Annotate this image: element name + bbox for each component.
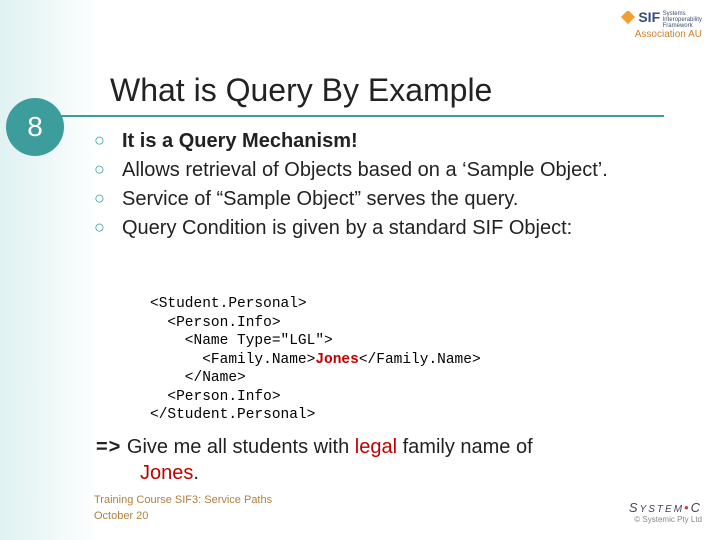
- slide-title: What is Query By Example: [110, 72, 492, 109]
- footer-course: Training Course SIF3: Service Paths: [94, 493, 272, 508]
- brand-part: C: [691, 500, 702, 515]
- page-number: 8: [27, 111, 43, 143]
- footer-brand: SYSTEM•C: [629, 500, 702, 515]
- code-line: </Name>: [150, 370, 246, 386]
- code-line: </Student.Personal>: [150, 407, 315, 423]
- summary-line: => Give me all students with legal famil…: [96, 434, 686, 486]
- summary-highlight-legal: legal: [355, 436, 397, 458]
- code-line-part: </Family.Name>: [359, 352, 481, 368]
- code-line: <Person.Info>: [150, 389, 281, 405]
- bullet-icon: ○: [94, 128, 122, 155]
- brand-part: S: [629, 500, 640, 515]
- page-number-badge: 8: [6, 98, 64, 156]
- bullet-item: ○ Allows retrieval of Objects based on a…: [94, 157, 674, 184]
- footer-left: Training Course SIF3: Service Paths Octo…: [94, 493, 272, 524]
- bullet-item: ○ It is a Query Mechanism!: [94, 128, 674, 155]
- bullet-icon: ○: [94, 186, 122, 213]
- arrow-icon: =>: [96, 436, 121, 458]
- summary-text: .: [193, 462, 199, 484]
- bullet-item: ○ Service of “Sample Object” serves the …: [94, 186, 674, 213]
- bullet-icon: ○: [94, 157, 122, 184]
- logo-sif-association: SIF Systems Interoperability Framework A…: [562, 10, 702, 50]
- summary-text: Give me all students with: [121, 436, 354, 458]
- code-highlight: Jones: [315, 352, 359, 368]
- code-line: <Person.Info>: [150, 315, 281, 331]
- code-string: "LGL": [281, 333, 325, 349]
- bullet-text: It is a Query Mechanism!: [122, 128, 674, 155]
- code-line-part: >: [324, 333, 333, 349]
- footer-copyright: © Systemic Pty Ltd: [629, 515, 702, 524]
- summary-highlight-jones: Jones: [140, 462, 193, 484]
- slide: SIF Systems Interoperability Framework A…: [0, 0, 720, 540]
- footer-date: October 20: [94, 509, 272, 524]
- footer-right: SYSTEM•C © Systemic Pty Ltd: [629, 500, 702, 524]
- bullet-text: Query Condition is given by a standard S…: [122, 215, 674, 242]
- code-line-part: <Name Type=: [150, 333, 281, 349]
- bullet-item: ○ Query Condition is given by a standard…: [94, 215, 674, 242]
- logo-sub: Association AU: [635, 29, 702, 40]
- code-line: <Student.Personal>: [150, 296, 307, 312]
- bullet-list: ○ It is a Query Mechanism! ○ Allows retr…: [94, 128, 674, 244]
- bullet-icon: ○: [94, 215, 122, 242]
- summary-text: family name of: [397, 436, 533, 458]
- logo-main: SIF: [638, 9, 660, 25]
- code-sample: <Student.Personal> <Person.Info> <Name T…: [150, 295, 481, 425]
- diamond-icon: [618, 11, 636, 29]
- bullet-text: Allows retrieval of Objects based on a ‘…: [122, 157, 674, 184]
- brand-part: YSTEM: [640, 504, 684, 515]
- title-underline: [54, 115, 664, 117]
- code-line-part: <Family.Name>: [150, 352, 315, 368]
- bullet-text: Service of “Sample Object” serves the qu…: [122, 186, 674, 213]
